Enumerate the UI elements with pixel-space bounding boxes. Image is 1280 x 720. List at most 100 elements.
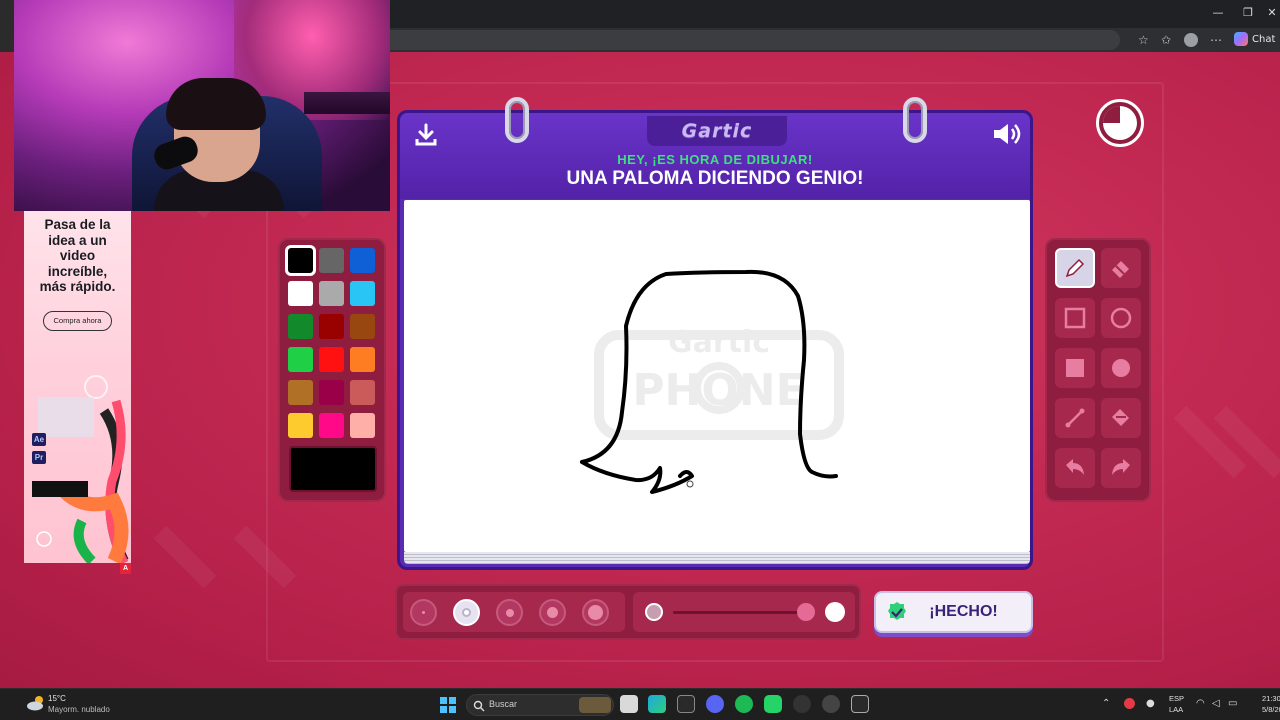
opacity-max-icon [825, 602, 845, 622]
maps-icon[interactable] [793, 695, 811, 713]
close-window-icon[interactable]: ✕ [1264, 6, 1280, 19]
color-swatch[interactable] [350, 347, 375, 372]
input-language[interactable]: ESP [1169, 694, 1184, 703]
minimize-icon[interactable]: — [1210, 6, 1226, 19]
rectangle-outline-tool[interactable] [1055, 298, 1095, 338]
color-swatch[interactable] [319, 380, 344, 405]
fill-bucket-icon [1112, 409, 1129, 426]
brush-size-5[interactable] [582, 599, 609, 626]
circle-filled-icon [1112, 359, 1130, 377]
windows-taskbar: 15°C Mayorm. nublado Buscar ⌃ ● ESP LAA … [0, 688, 1280, 720]
drawing-canvas[interactable]: Gartic PHONE [404, 200, 1030, 552]
opacity-min-icon [645, 603, 663, 621]
circle-filled-tool[interactable] [1101, 348, 1141, 388]
ad-headline: Pasa de la idea a un video increíble, má… [39, 217, 116, 294]
star-outline-icon[interactable]: ☆ [1138, 33, 1149, 47]
file-explorer-icon[interactable] [620, 695, 638, 713]
rectangle-outline-icon [1064, 307, 1086, 329]
binder-ring-left [505, 97, 529, 143]
color-swatch[interactable] [288, 314, 313, 339]
color-swatch[interactable] [350, 314, 375, 339]
edge-browser-icon[interactable] [648, 695, 666, 713]
tray-app-icon[interactable] [1124, 698, 1135, 709]
volume-icon[interactable]: ◁ [1212, 698, 1220, 710]
more-icon[interactable]: ⋯ [1210, 33, 1222, 47]
chat-button[interactable]: Chat [1234, 32, 1275, 46]
color-swatch[interactable] [319, 281, 344, 306]
battery-icon[interactable]: ▭ [1228, 698, 1237, 710]
maximize-icon[interactable]: ❐ [1240, 6, 1256, 19]
fill-bucket-tool[interactable] [1101, 398, 1141, 438]
brush-size-1[interactable] [410, 599, 437, 626]
color-swatch[interactable] [350, 413, 375, 438]
brush-size-2[interactable] [453, 599, 480, 626]
after-effects-icon: Ae [32, 433, 46, 446]
color-swatch[interactable] [319, 347, 344, 372]
undo-icon [1066, 459, 1084, 475]
clock-date[interactable]: 5/8/2025 [1262, 705, 1280, 714]
color-swatch[interactable] [285, 245, 316, 276]
clock-time[interactable]: 21:30 [1262, 694, 1280, 703]
color-swatch[interactable] [288, 413, 313, 438]
brush-size-3[interactable] [496, 599, 523, 626]
brush-size-4-dot [547, 607, 558, 618]
taskbar-search[interactable]: Buscar [466, 694, 614, 716]
input-layout[interactable]: LAA [1169, 705, 1183, 714]
download-icon[interactable] [414, 123, 438, 147]
color-swatch[interactable] [350, 281, 375, 306]
color-swatch[interactable] [350, 380, 375, 405]
opacity-handle[interactable] [797, 603, 815, 621]
webcam-shelf [304, 92, 390, 114]
profile-icon[interactable] [1184, 33, 1198, 47]
opacity-track[interactable] [673, 611, 803, 614]
redo-button[interactable] [1101, 448, 1141, 488]
prompt-title: UNA PALOMA DICIENDO GENIO! [566, 168, 864, 189]
color-swatch[interactable] [288, 380, 313, 405]
show-hidden-icons-icon[interactable]: ⌃ [1102, 698, 1110, 710]
pencil-tool[interactable] [1055, 248, 1095, 288]
color-swatch[interactable] [350, 248, 375, 273]
ad-buy-button[interactable]: Compra ahora [43, 311, 112, 331]
opacity-slider[interactable] [633, 592, 855, 632]
eraser-tool[interactable] [1101, 248, 1141, 288]
gartic-logo-tab: Gartic [647, 116, 787, 146]
webcam-person-hair [166, 78, 266, 130]
timer [1096, 99, 1144, 147]
epic-games-active-icon[interactable] [851, 695, 869, 713]
windows-start-icon[interactable] [440, 697, 456, 713]
undo-button[interactable] [1055, 448, 1095, 488]
gartic-logo: Gartic [681, 120, 753, 142]
ad-banner[interactable]: Pasa de la idea a un video increíble, má… [24, 211, 131, 563]
microphone-tray-icon[interactable]: ● [1146, 698, 1155, 710]
ad-artwork: Ae Pr [24, 371, 131, 563]
drawing-board: Gartic HEY, ¡ES HORA DE DIBUJAR! UNA PAL… [397, 97, 1033, 570]
watermark-top-text: Gartic [668, 325, 770, 360]
copilot-icon [1234, 32, 1248, 46]
sound-icon[interactable] [992, 121, 1022, 147]
rectangle-filled-tool[interactable] [1055, 348, 1095, 388]
done-button[interactable]: ¡HECHO! [874, 591, 1033, 633]
favorites-icon[interactable]: ✩ [1161, 33, 1171, 47]
palette-grid [285, 245, 375, 438]
spotify-icon[interactable] [735, 695, 753, 713]
color-swatch[interactable] [319, 248, 344, 273]
brush-size-4[interactable] [539, 599, 566, 626]
circle-outline-tool[interactable] [1101, 298, 1141, 338]
line-tool[interactable] [1055, 398, 1095, 438]
brush-size-3-dot [505, 608, 514, 617]
brush-size-1-dot [422, 611, 425, 614]
whatsapp-icon[interactable] [764, 695, 782, 713]
wifi-icon[interactable]: ◠ [1196, 698, 1205, 710]
cloudy-weather-icon[interactable] [26, 695, 46, 711]
color-swatch[interactable] [319, 413, 344, 438]
adobe-icon: A [120, 563, 131, 574]
steam-icon[interactable] [822, 695, 840, 713]
color-swatch[interactable] [288, 347, 313, 372]
color-swatch[interactable] [319, 314, 344, 339]
address-bar[interactable] [390, 30, 1120, 50]
brush-size-5-dot [588, 605, 603, 620]
epic-games-icon[interactable] [677, 695, 695, 713]
discord-icon[interactable] [706, 695, 724, 713]
current-color-preview [289, 446, 377, 492]
color-swatch[interactable] [288, 281, 313, 306]
